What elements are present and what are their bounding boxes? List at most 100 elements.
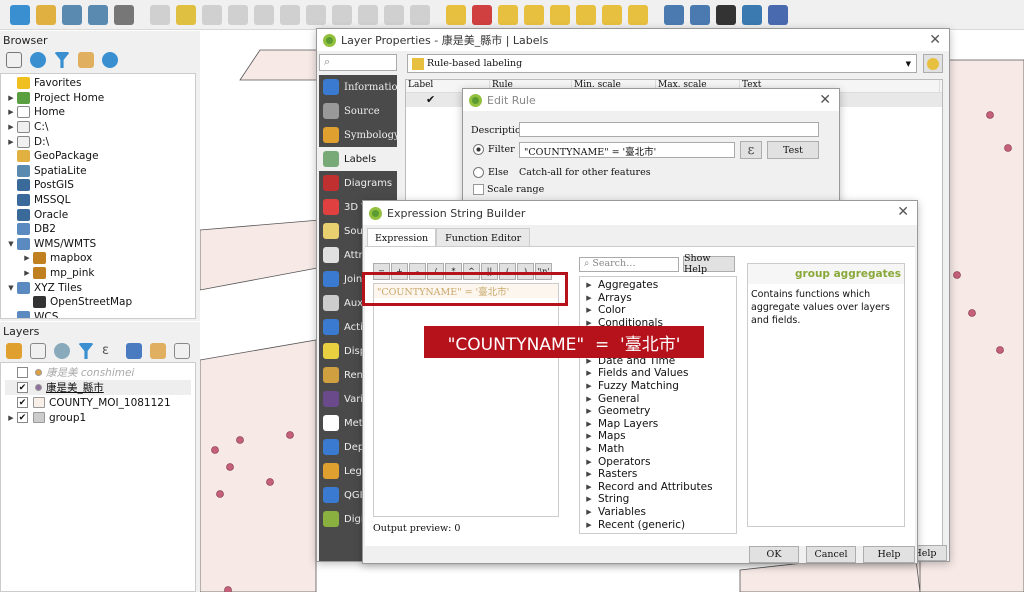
copy-icon[interactable] — [332, 4, 352, 25]
function-group[interactable]: ▶ Fields and Values — [580, 367, 736, 380]
sidebar-item-information[interactable]: Information — [319, 75, 397, 99]
label-abc-5-icon[interactable] — [602, 4, 622, 25]
browser-item[interactable]: DB2 — [5, 222, 191, 237]
geopackage-icon[interactable] — [36, 4, 56, 25]
label-abc-2-icon[interactable] — [524, 4, 544, 25]
browser-item[interactable]: OpenStreetMap — [5, 295, 191, 310]
layer-visibility-checkbox[interactable]: ✔ — [17, 397, 28, 408]
label-abc-3-icon[interactable] — [550, 4, 570, 25]
label-pin-icon[interactable] — [498, 4, 518, 25]
visibility-icon[interactable] — [54, 343, 70, 359]
filter-input[interactable]: "COUNTYNAME" = '臺北市' — [519, 142, 735, 158]
sidebar-item-diagrams[interactable]: Diagrams — [319, 171, 397, 195]
expand-arrow-icon[interactable]: ▶ — [580, 445, 598, 453]
else-radio[interactable] — [473, 167, 484, 178]
layer-visibility-checkbox[interactable]: ✔ — [17, 382, 28, 393]
label-abc-6-icon[interactable] — [628, 4, 648, 25]
browser-item[interactable]: ▶ Home — [5, 105, 191, 120]
expand-icon[interactable] — [126, 343, 142, 359]
function-list[interactable]: ▶Aggregates▶Arrays▶Color▶Conditionals▶Co… — [579, 276, 737, 534]
expand-arrow-icon[interactable]: ▶ — [21, 269, 33, 277]
node-icon[interactable] — [228, 4, 248, 25]
diagram-icon[interactable] — [472, 4, 492, 25]
expand-arrow-icon[interactable]: ▶ — [580, 432, 598, 440]
expand-arrow-icon[interactable]: ▶ — [5, 94, 17, 102]
expression-builder-button[interactable]: ε — [740, 141, 762, 159]
new-layer-icon[interactable] — [10, 4, 30, 25]
expand-arrow-icon[interactable]: ▶ — [5, 108, 17, 116]
function-group[interactable]: ▶ Color — [580, 304, 736, 317]
browser-item[interactable]: ▶ D:\ — [5, 134, 191, 149]
expand-arrow-icon[interactable]: ▶ — [580, 483, 598, 491]
test-button[interactable]: Test — [767, 141, 819, 159]
info-icon[interactable] — [102, 52, 118, 68]
function-group[interactable]: ▶ Arrays — [580, 292, 736, 305]
edit-pencil-icon[interactable] — [176, 4, 196, 25]
filter-icon[interactable] — [54, 52, 70, 68]
layers-tree[interactable]: 康是美 conshimei ✔ 康是美_縣市 ✔ COUNTY_MOI_1081121 ▶… — [0, 362, 196, 592]
checkbox-checked-icon[interactable]: ✔ — [426, 93, 435, 106]
properties-search-input[interactable]: ⌕ — [319, 54, 397, 71]
sidebar-item-source[interactable]: Source — [319, 99, 397, 123]
expand-arrow-icon[interactable]: ▶ — [21, 254, 33, 262]
expand-arrow-icon[interactable]: ▼ — [5, 240, 17, 248]
undo-icon[interactable] — [384, 4, 404, 25]
expand-arrow-icon[interactable]: ▶ — [580, 407, 598, 415]
function-group[interactable]: ▶ Rasters — [580, 468, 736, 481]
expand-arrow-icon[interactable]: ▶ — [580, 281, 598, 289]
collapse-icon[interactable] — [150, 343, 166, 359]
browser-item[interactable]: Oracle — [5, 207, 191, 222]
close-icon[interactable]: ✕ — [819, 92, 831, 108]
function-group[interactable]: ▶ General — [580, 392, 736, 405]
sidebar-item-labels[interactable]: Labels — [319, 147, 397, 171]
function-group[interactable]: ▶ Geometry — [580, 405, 736, 418]
layer-item[interactable]: ✔ COUNTY_MOI_1081121 — [5, 395, 191, 410]
label-abc-4-icon[interactable] — [576, 4, 596, 25]
expand-arrow-icon[interactable]: ▶ — [5, 414, 17, 422]
browser-item[interactable]: ▶ C:\ — [5, 120, 191, 135]
auto-placement-button[interactable] — [923, 54, 943, 73]
paste-icon[interactable] — [358, 4, 378, 25]
ok-button[interactable]: OK — [749, 546, 799, 563]
sidebar-item-symbology[interactable]: Symbology — [319, 123, 397, 147]
expand-arrow-icon[interactable]: ▶ — [580, 521, 598, 529]
remove-layer-icon[interactable] — [174, 343, 190, 359]
expand-arrow-icon[interactable]: ▶ — [580, 369, 598, 377]
browser-item[interactable]: WCS — [5, 310, 191, 318]
browser-item[interactable]: ▼ XYZ Tiles — [5, 280, 191, 295]
function-group[interactable]: ▶ String — [580, 493, 736, 506]
expand-arrow-icon[interactable]: ▶ — [580, 495, 598, 503]
expand-arrow-icon[interactable]: ▶ — [580, 395, 598, 403]
refresh-icon[interactable] — [30, 52, 46, 68]
redo-icon[interactable] — [410, 4, 430, 25]
labeling-mode-select[interactable]: Rule-based labeling ▼ — [407, 54, 917, 73]
add-selected-icon[interactable] — [6, 52, 22, 68]
expand-arrow-icon[interactable]: ▶ — [580, 357, 598, 365]
help-icon[interactable] — [768, 4, 788, 25]
browser-item[interactable]: ▶ Project Home — [5, 91, 191, 106]
browser-item[interactable]: GeoPackage — [5, 149, 191, 164]
filter-icon[interactable] — [78, 343, 94, 359]
expand-arrow-icon[interactable]: ▶ — [580, 508, 598, 516]
browser-item[interactable]: Favorites — [5, 76, 191, 91]
browser-tree[interactable]: Favorites ▶ Project Home ▶ Home ▶ C:\ ▶ D:\ GeoPa… — [0, 73, 196, 319]
layer-item[interactable]: ✔ 康是美_縣市 — [5, 380, 191, 395]
expand-arrow-icon[interactable]: ▶ — [580, 458, 598, 466]
delete-icon[interactable] — [280, 4, 300, 25]
function-group[interactable]: ▶ Map Layers — [580, 418, 736, 431]
expression-editor[interactable]: "COUNTYNAME" = '臺北市' — [373, 283, 559, 517]
virtual-icon[interactable] — [114, 4, 134, 25]
filter-radio[interactable] — [473, 144, 484, 155]
expand-arrow-icon[interactable]: ▶ — [580, 382, 598, 390]
scale-range-checkbox[interactable] — [473, 184, 484, 195]
globe-1-icon[interactable] — [664, 4, 684, 25]
browser-item[interactable]: ▶ mp_pink — [5, 266, 191, 281]
layer-item[interactable]: 康是美 conshimei — [5, 365, 191, 380]
expand-arrow-icon[interactable]: ▶ — [5, 123, 17, 131]
globe-2-icon[interactable] — [690, 4, 710, 25]
label-abc-icon[interactable] — [446, 4, 466, 25]
style-icon[interactable] — [6, 343, 22, 359]
function-group[interactable]: ▶ Recent (generic) — [580, 518, 736, 531]
expand-arrow-icon[interactable]: ▼ — [5, 284, 17, 292]
tab-function-editor[interactable]: Function Editor — [436, 228, 531, 248]
